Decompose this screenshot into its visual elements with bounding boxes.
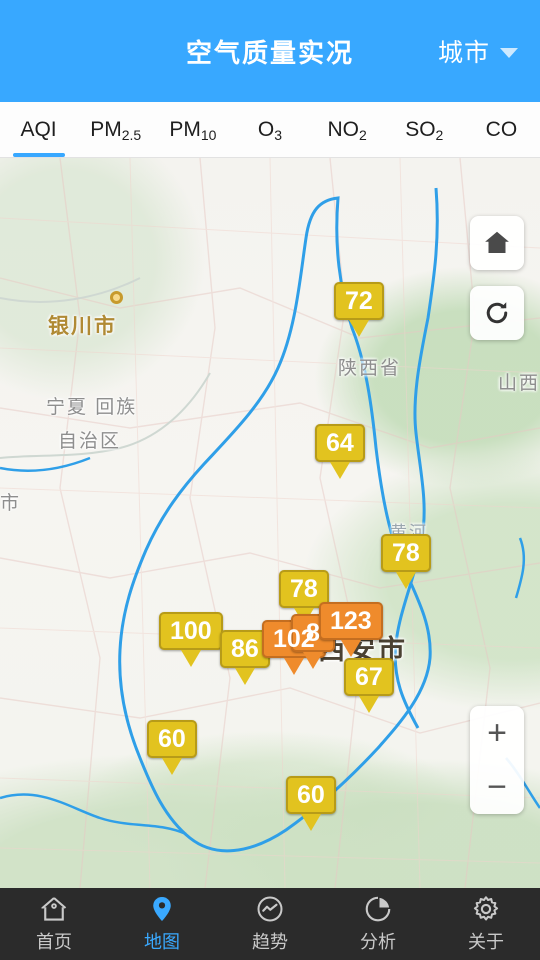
city-selector-label: 城市 <box>437 39 490 67</box>
map-label: 山西 <box>498 373 540 394</box>
aqi-marker-bubble: 67 <box>344 658 394 696</box>
pie-chart-icon <box>365 896 391 922</box>
nav-item-pie-chart[interactable]: 分析 <box>324 888 432 960</box>
nav-item-label: 趋势 <box>252 932 288 952</box>
nav-item-label: 首页 <box>36 932 72 952</box>
capital-city-dot <box>110 291 123 304</box>
tab-aqi[interactable]: AQI <box>0 102 77 157</box>
map-home-button[interactable] <box>470 216 524 270</box>
tab-label: SO2 <box>405 117 444 143</box>
tab-label-subscript: 3 <box>274 126 283 143</box>
aqi-marker[interactable]: 100 <box>159 612 223 650</box>
tab-so2[interactable]: SO2 <box>386 102 463 157</box>
map-boundaries <box>0 158 540 888</box>
map-label: 自治区 <box>58 431 122 452</box>
aqi-marker[interactable]: 60 <box>286 776 336 814</box>
map-label: 宁夏 回族 <box>46 397 138 418</box>
app-root: 空气质量实况 城市 AQI PM2.5 PM10 O3 NO2 SO2 CO 银… <box>0 0 540 960</box>
pollutant-tab-bar: AQI PM2.5 PM10 O3 NO2 SO2 CO <box>0 102 540 158</box>
aqi-marker-value: 86 <box>231 634 259 663</box>
aqi-marker-bubble: 78 <box>381 534 431 572</box>
tab-label-subscript: 2.5 <box>121 126 142 143</box>
gear-icon <box>473 896 499 921</box>
app-header: 空气质量实况 城市 <box>0 0 540 102</box>
chevron-down-icon <box>500 47 518 58</box>
zoom-in-button[interactable]: + <box>470 706 524 760</box>
map-label: 银川市 <box>48 315 117 338</box>
aqi-marker[interactable]: 72 <box>334 282 384 320</box>
tab-label-subscript: 10 <box>200 126 217 143</box>
tab-label: PM2.5 <box>90 117 142 143</box>
tab-label-subscript: 2 <box>358 126 367 143</box>
aqi-marker-value: 123 <box>330 606 372 635</box>
nav-item-label: 分析 <box>360 932 396 952</box>
home-icon <box>41 897 67 921</box>
aqi-marker-value: 8 <box>306 618 320 647</box>
nav-item-trend-line[interactable]: 趋势 <box>216 888 324 960</box>
tab-label: O3 <box>257 117 283 143</box>
map-label: 市 <box>0 493 22 514</box>
tab-label: AQI <box>20 117 57 141</box>
aqi-marker-value: 100 <box>170 616 212 645</box>
map-pin-icon <box>153 897 171 921</box>
tab-label: NO2 <box>327 117 367 143</box>
zoom-out-button[interactable]: − <box>470 760 524 814</box>
city-selector[interactable]: 城市 <box>438 0 522 102</box>
map-zoom-controls: + − <box>470 706 524 814</box>
map-label: 陕西省 <box>338 358 402 379</box>
tab-pm10[interactable]: PM10 <box>154 102 231 157</box>
aqi-marker-bubble: 60 <box>147 720 197 758</box>
tab-no2[interactable]: NO2 <box>309 102 386 157</box>
aqi-marker-value: 78 <box>290 574 318 603</box>
tab-co[interactable]: CO <box>463 102 540 157</box>
aqi-marker-bubble: 60 <box>286 776 336 814</box>
map-refresh-button[interactable] <box>470 286 524 340</box>
aqi-marker-value: 72 <box>345 286 373 315</box>
aqi-marker-bubble: 100 <box>159 612 223 650</box>
aqi-marker-bubble: 72 <box>334 282 384 320</box>
aqi-marker-value: 78 <box>392 538 420 567</box>
tab-label: CO <box>485 117 518 141</box>
nav-item-home[interactable]: 首页 <box>0 888 108 960</box>
aqi-marker[interactable]: 60 <box>147 720 197 758</box>
aqi-marker[interactable]: 123 <box>319 602 383 640</box>
aqi-marker-value: 67 <box>355 662 383 691</box>
aqi-marker[interactable]: 64 <box>315 424 365 462</box>
trend-line-icon <box>257 896 283 922</box>
aqi-marker-bubble: 64 <box>315 424 365 462</box>
tab-o3[interactable]: O3 <box>231 102 308 157</box>
nav-item-label: 地图 <box>144 932 180 952</box>
tab-label-subscript: 2 <box>435 126 444 143</box>
aqi-marker-bubble: 123 <box>319 602 383 640</box>
nav-item-gear[interactable]: 关于 <box>432 888 540 960</box>
aqi-marker[interactable]: 67 <box>344 658 394 696</box>
bottom-navigation: 首页 地图 趋势 分析 关于 <box>0 888 540 960</box>
aqi-marker[interactable]: 78 <box>381 534 431 572</box>
air-quality-map[interactable]: 银川市 宁夏 回族 自治区 陕西省 山西市黄河 西安市 72 64 78 78 100 86 102 8… <box>0 158 540 888</box>
tab-pm25[interactable]: PM2.5 <box>77 102 154 157</box>
aqi-marker-value: 60 <box>158 724 186 753</box>
nav-item-map-pin[interactable]: 地图 <box>108 888 216 960</box>
tab-label: PM10 <box>169 117 217 143</box>
refresh-icon <box>486 302 508 324</box>
aqi-marker-value: 60 <box>297 780 325 809</box>
aqi-marker-value: 64 <box>326 428 354 457</box>
home-icon <box>485 231 509 253</box>
nav-item-label: 关于 <box>468 932 504 952</box>
